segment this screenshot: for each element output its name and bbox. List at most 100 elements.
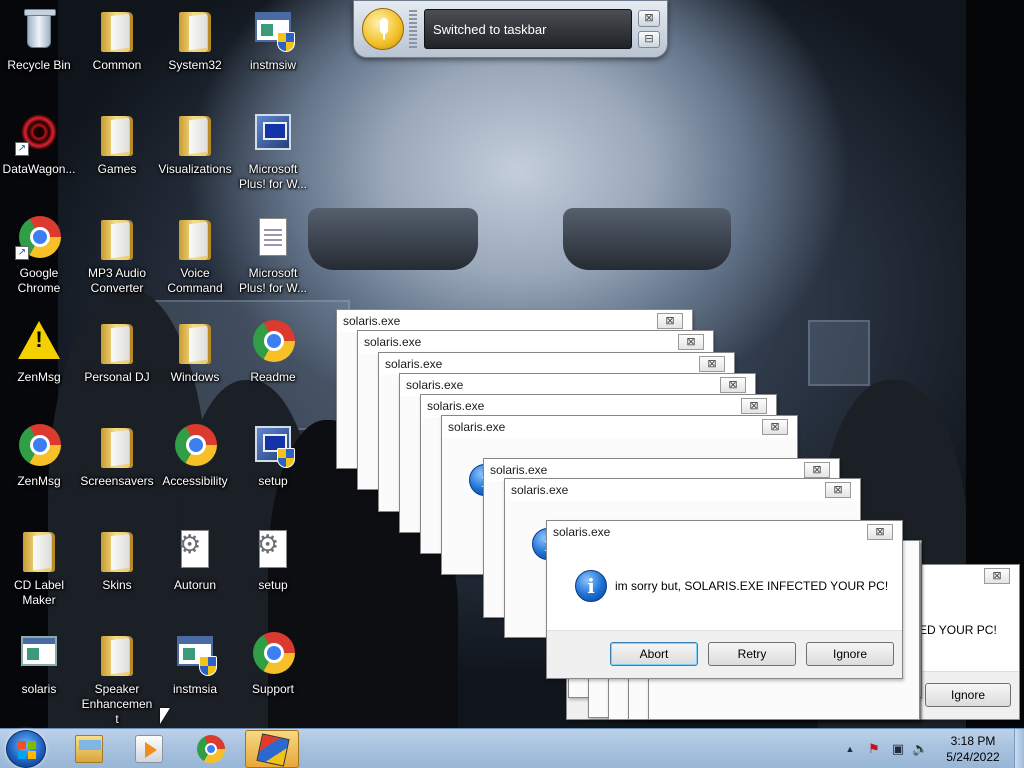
desktop-icon-mp3-audio-converter[interactable]: MP3 Audio Converter xyxy=(78,210,156,296)
desktop-icon-google-chrome[interactable]: ↗ Google Chrome xyxy=(0,210,78,296)
desktop-icon-accessibility[interactable]: Accessibility xyxy=(156,418,234,489)
volume-icon[interactable]: 🔈 xyxy=(912,741,928,757)
folder-icon xyxy=(171,110,219,158)
desktop-icon-games[interactable]: Games xyxy=(78,106,156,177)
close-button[interactable]: ⊠ xyxy=(825,482,851,498)
folder-icon xyxy=(171,318,219,366)
ignore-button[interactable]: Ignore xyxy=(925,683,1011,707)
desktop-icon-windows[interactable]: Windows xyxy=(156,314,234,385)
speech-bar-close-button[interactable]: ⊠ xyxy=(638,10,660,27)
chrome-icon xyxy=(15,422,63,470)
desktop-icon-instmsiw[interactable]: instmsiw xyxy=(234,2,312,73)
chrome-icon xyxy=(171,422,219,470)
microphone-icon[interactable] xyxy=(362,8,404,50)
speech-status-text: Switched to taskbar xyxy=(424,9,632,49)
close-button[interactable]: ⊠ xyxy=(720,377,746,393)
speech-recognition-bar[interactable]: Switched to taskbar ⊠ ⊟ xyxy=(353,0,668,58)
dialog-title-bar[interactable]: solaris.exe ⊠ xyxy=(547,521,902,543)
close-button[interactable]: ⊠ xyxy=(984,568,1010,584)
desktop-icon-microsoft-plus-setup[interactable]: Microsoft Plus! for W... xyxy=(234,106,312,192)
desktop-icon-microsoft-plus-doc[interactable]: Microsoft Plus! for W... xyxy=(234,210,312,296)
desktop-icon-cd-label-maker[interactable]: CD Label Maker xyxy=(0,522,78,608)
chrome-icon: ↗ xyxy=(15,214,63,262)
desktop-icon-skins[interactable]: Skins xyxy=(78,522,156,593)
setup-icon xyxy=(249,422,297,470)
dialog-title-bar[interactable]: solaris.exe ⊠ xyxy=(358,331,713,353)
desktop-icon-support[interactable]: Support xyxy=(234,626,312,697)
folder-icon xyxy=(93,422,141,470)
datawagon-icon: ↗ xyxy=(15,110,63,158)
application-window-icon xyxy=(15,630,63,678)
dialog-title-bar[interactable]: solaris.exe ⊠ xyxy=(379,353,734,375)
taskbar-clock[interactable]: 3:18 PM 5/24/2022 xyxy=(930,733,1016,765)
desktop-icon-solaris[interactable]: solaris xyxy=(0,626,78,697)
desktop-icon-readme[interactable]: Readme xyxy=(234,314,312,385)
close-button[interactable]: ⊠ xyxy=(804,462,830,478)
installer-icon xyxy=(171,630,219,678)
folder-icon xyxy=(93,110,141,158)
dialog-button-bar: Abort Retry Ignore xyxy=(547,630,902,678)
media-player-icon xyxy=(135,735,163,763)
folder-icon xyxy=(15,526,63,574)
desktop-icon-voice-command[interactable]: Voice Command xyxy=(156,210,234,296)
folder-icon xyxy=(93,526,141,574)
desktop-icon-screensavers[interactable]: Screensavers xyxy=(78,418,156,489)
dialog-message: im sorry but, SOLARIS.EXE INFECTED YOUR … xyxy=(615,579,889,593)
desktop-icon-system32[interactable]: System32 xyxy=(156,2,234,73)
close-button[interactable]: ⊠ xyxy=(678,334,704,350)
close-button[interactable]: ⊠ xyxy=(741,398,767,414)
dialog-title: solaris.exe xyxy=(511,483,569,497)
desktop-icon-datawagon[interactable]: ↗ DataWagon... xyxy=(0,106,78,177)
clock-time: 3:18 PM xyxy=(950,734,996,748)
ignore-button[interactable]: Ignore xyxy=(806,642,894,666)
desktop-icon-speaker-enhancement[interactable]: Speaker Enhancement xyxy=(78,626,156,727)
folder-icon xyxy=(93,214,141,262)
desktop-icon-autorun[interactable]: Autorun xyxy=(156,522,234,593)
action-center-flag-icon[interactable]: ⚑ xyxy=(866,741,882,757)
desktop-icon-zenmsg-warning[interactable]: ! ZenMsg xyxy=(0,314,78,385)
dialog-title-bar[interactable]: solaris.exe ⊠ xyxy=(421,395,776,417)
installer-icon xyxy=(249,6,297,54)
dialog-title-bar[interactable]: solaris.exe ⊠ xyxy=(505,479,860,501)
desktop-icon-recycle-bin[interactable]: Recycle Bin xyxy=(0,2,78,73)
folder-icon xyxy=(93,318,141,366)
taskbar-solaris-button[interactable] xyxy=(245,730,299,768)
show-hidden-icons-arrow-icon[interactable]: ▲ xyxy=(842,741,858,757)
network-icon[interactable]: ▣ xyxy=(890,741,906,757)
folder-icon xyxy=(171,214,219,262)
speech-bar-minimize-button[interactable]: ⊟ xyxy=(638,31,660,48)
desktop-icon-instmsia[interactable]: instmsia xyxy=(156,626,234,697)
setup-disc-icon xyxy=(249,110,297,158)
taskbar-chrome-button[interactable] xyxy=(184,730,238,768)
clock-date: 5/24/2022 xyxy=(946,750,1000,764)
desktop[interactable]: Recycle Bin ↗ DataWagon... ↗ Google Chro… xyxy=(0,0,1024,728)
show-desktop-button[interactable] xyxy=(1014,729,1024,768)
taskbar-explorer-button[interactable] xyxy=(62,730,116,768)
grip-handle[interactable] xyxy=(409,10,417,50)
close-button[interactable]: ⊠ xyxy=(762,419,788,435)
dialog-title: solaris.exe xyxy=(427,399,485,413)
desktop-icon-common[interactable]: Common xyxy=(78,2,156,73)
desktop-icon-setup-config[interactable]: setup xyxy=(234,522,312,593)
dialog-title-bar[interactable]: solaris.exe ⊠ xyxy=(400,374,755,396)
dialog-title-bar[interactable]: solaris.exe ⊠ xyxy=(442,416,797,438)
start-button[interactable] xyxy=(6,730,46,768)
taskbar-media-player-button[interactable] xyxy=(122,730,176,768)
close-button[interactable]: ⊠ xyxy=(867,524,893,540)
retry-button[interactable]: Retry xyxy=(708,642,796,666)
system-tray: ▲ ⚑ ▣ 🔈 xyxy=(840,729,930,768)
folder-icon xyxy=(93,6,141,54)
dialog-title: solaris.exe xyxy=(385,357,443,371)
desktop-icon-setup-installer[interactable]: setup xyxy=(234,418,312,489)
dialog-title-bar[interactable]: solaris.exe ⊠ xyxy=(337,310,692,332)
solaris-dialog-active[interactable]: solaris.exe ⊠ i im sorry but, SOLARIS.EX… xyxy=(546,520,903,679)
dialog-title: solaris.exe xyxy=(490,463,548,477)
wallpaper-goggle-left xyxy=(308,208,478,270)
close-button[interactable]: ⊠ xyxy=(699,356,725,372)
chrome-icon xyxy=(197,735,225,763)
desktop-icon-visualizations[interactable]: Visualizations xyxy=(156,106,234,177)
abort-button[interactable]: Abort xyxy=(610,642,698,666)
close-button[interactable]: ⊠ xyxy=(657,313,683,329)
desktop-icon-zenmsg-chrome[interactable]: ZenMsg xyxy=(0,418,78,489)
desktop-icon-personal-dj[interactable]: Personal DJ xyxy=(78,314,156,385)
